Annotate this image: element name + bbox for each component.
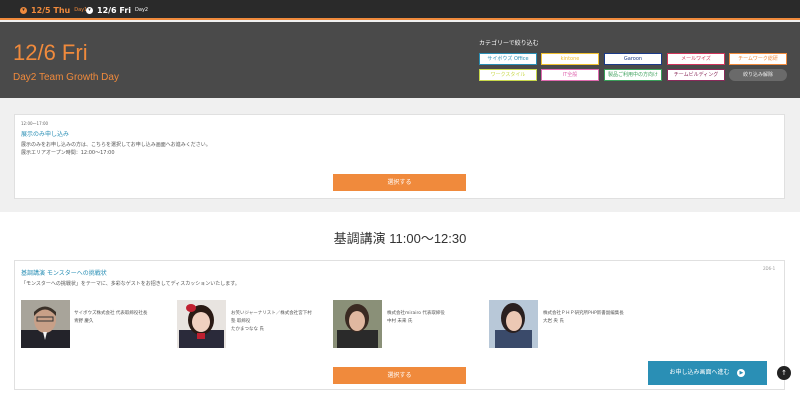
session-description: 展示のみをお申し込みの方は、こちらを選択してお申し込み画面へお進みください。 — [21, 142, 211, 148]
select-exhibit-button[interactable]: 選択する — [333, 174, 466, 191]
speaker-name: 大岩 央 氏 — [543, 319, 564, 324]
keynote-title[interactable]: 基調講演 モンスターへの挑戦状 — [21, 268, 107, 277]
category-chip-workstyle[interactable]: ワークスタイル — [479, 69, 537, 81]
speaker-photo — [177, 300, 226, 348]
session-code: 2D6-1 — [763, 266, 776, 271]
category-chip-label: ワークスタイル — [490, 72, 526, 78]
category-chip-teamwork-lab[interactable]: チームワーク総研 — [729, 53, 787, 65]
tab-day2-sub: Day2 — [135, 7, 149, 13]
category-chip-label: IT全般 — [562, 72, 578, 78]
tab-day2-label: 12/6 Fri — [97, 5, 132, 15]
category-chip-label: Garoon — [623, 56, 643, 62]
apply-button[interactable]: お申し込み画面へ進む ▶ — [648, 361, 767, 385]
category-filter-label: カテゴリーで絞り込む — [479, 40, 539, 47]
category-chip-label: チームワーク総研 — [738, 56, 778, 62]
tab-day1-label: 12/5 Thu — [31, 5, 71, 15]
speaker-info: お笑いジャーナリスト／株式会社宮下村 塾 取締役 たかまつなな 氏 — [231, 310, 312, 334]
category-chip-label: チームビルディング — [673, 72, 719, 78]
section-title: 基調講演 11:00〜12:30 — [333, 231, 467, 246]
speaker-photo — [21, 300, 70, 348]
category-chip-label: kintone — [560, 56, 580, 62]
select-keynote-button[interactable]: 選択する — [333, 367, 466, 384]
tab-day2[interactable]: ▾ 12/6 Fri Day2 — [86, 0, 148, 20]
speaker-name: 青野 慶久 — [74, 319, 94, 324]
speaker-info: サイボウズ株式会社 代表取締役社長 青野 慶久 — [74, 310, 147, 326]
arrow-right-icon: ▶ — [737, 369, 746, 377]
keynote-description: 「モンスターへの挑戦状」をテーマに、多彩なゲストをお招きしてディスカッションいた… — [21, 281, 240, 287]
session-title[interactable]: 展示のみ申し込み — [21, 129, 69, 138]
category-chip-current-users[interactable]: 製品ご利用中の方向け — [604, 69, 662, 81]
category-chip-label: メールワイズ — [681, 56, 711, 62]
chevron-down-icon: ▾ — [20, 6, 27, 14]
category-chip-it[interactable]: IT全般 — [541, 69, 599, 81]
speaker-name: 中村 未来 氏 — [387, 319, 413, 324]
apply-button-label: お申し込み画面へ進む — [669, 369, 730, 376]
chevron-down-icon: ▾ — [86, 6, 93, 14]
category-chip-label: 製品ご利用中の方向け — [607, 72, 658, 78]
clear-filter-button[interactable]: 絞り込み解除 — [729, 69, 787, 81]
speaker-affiliation: お笑いジャーナリスト／株式会社宮下村 — [231, 311, 312, 316]
category-chip-office[interactable]: サイボウズ Office — [479, 53, 537, 65]
tab-day1[interactable]: ▾ 12/5 Thu Day1 — [20, 0, 87, 20]
session-hours: 展示エリアオープン時間：12:00～17:00 — [21, 150, 115, 156]
category-chip-mailwise[interactable]: メールワイズ — [667, 53, 725, 65]
category-chip-kintone[interactable]: kintone — [541, 53, 599, 65]
session-time: 12:00～17:00 — [21, 121, 49, 126]
category-chip-garoon[interactable]: Garoon — [604, 53, 662, 65]
category-chip-label: サイボウズ Office — [487, 56, 529, 62]
speaker-photo — [489, 300, 538, 348]
page-title: 12/6 Fri — [13, 40, 88, 65]
scroll-top-button[interactable]: ↑ — [777, 366, 791, 380]
speaker-name: たかまつなな 氏 — [231, 327, 264, 332]
arrow-up-icon: ↑ — [781, 369, 787, 377]
speaker-affiliation: 株式会社mirairo 代表取締役 — [387, 311, 445, 316]
page-subtitle: Day2 Team Growth Day — [13, 72, 119, 83]
top-nav: ▾ 12/5 Thu Day1 ▾ 12/6 Fri Day2 — [0, 0, 800, 20]
speaker-affiliation-cont: 塾 取締役 — [231, 319, 251, 324]
speaker-affiliation: サイボウズ株式会社 代表取締役社長 — [74, 311, 148, 316]
speaker-info: 株式会社mirairo 代表取締役 中村 未来 氏 — [387, 310, 445, 326]
clear-filter-label: 絞り込み解除 — [742, 72, 773, 78]
speaker-photo — [333, 300, 382, 348]
category-chip-team-building[interactable]: チームビルディング — [667, 69, 725, 81]
speaker-info: 株式会社ＰＨＰ研究所PHP新書副編集長 大岩 央 氏 — [543, 310, 624, 326]
speaker-affiliation: 株式会社ＰＨＰ研究所PHP新書副編集長 — [543, 311, 624, 316]
